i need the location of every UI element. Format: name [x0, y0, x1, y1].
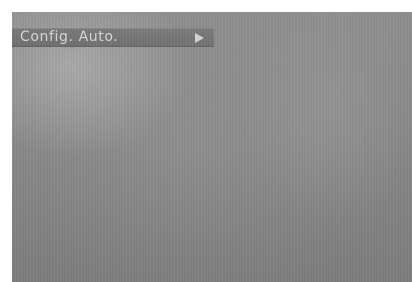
camera-screen: Config. Auto.: [12, 12, 412, 282]
config-auto-menu-item[interactable]: Config. Auto.: [12, 28, 214, 47]
menu-item-label: Config. Auto.: [20, 29, 119, 45]
play-right-icon: [195, 33, 204, 43]
